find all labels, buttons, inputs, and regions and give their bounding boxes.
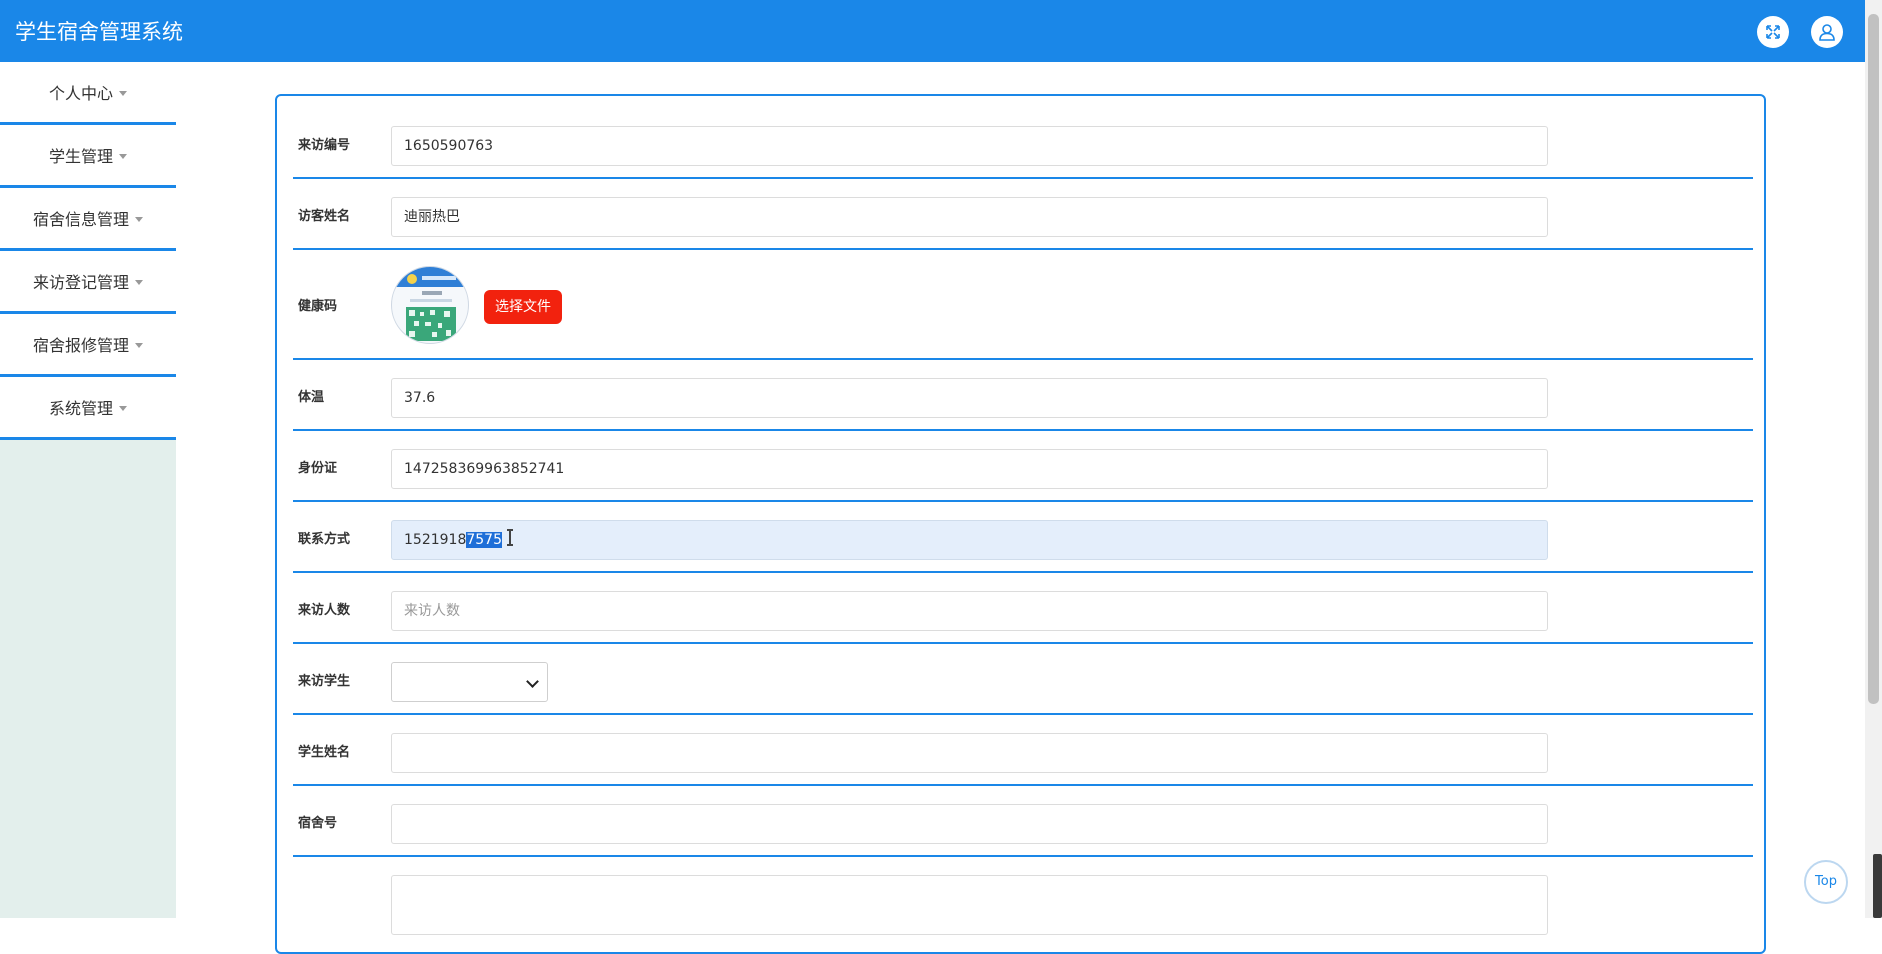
- caret-down-icon: [119, 90, 127, 96]
- caret-down-icon: [135, 342, 143, 348]
- user-menu-button[interactable]: [1811, 16, 1843, 48]
- page-scrollbar[interactable]: [1865, 0, 1882, 918]
- user-icon: [1819, 24, 1835, 41]
- temperature-label: 体温: [298, 390, 325, 405]
- form-row-temperature: 体温 37.6: [293, 360, 1753, 431]
- contact-value-text: 1521918: [404, 532, 467, 548]
- fullscreen-button[interactable]: [1757, 16, 1789, 48]
- health-code-image[interactable]: [391, 266, 469, 344]
- form-row-visit-no: 来访编号 1650590763: [293, 96, 1753, 179]
- form-row-dorm-no: 宿舍号: [293, 786, 1753, 857]
- sidebar-item-label: 宿舍信息管理: [32, 210, 129, 229]
- temperature-input[interactable]: 37.6: [391, 378, 1548, 418]
- visit-no-label: 来访编号: [298, 138, 351, 153]
- contact-input[interactable]: 15219187575: [391, 520, 1548, 560]
- sidebar-item-visit-registration[interactable]: 来访登记管理: [0, 251, 176, 314]
- form-row-student: 来访学生: [293, 644, 1753, 715]
- dorm-no-input[interactable]: [391, 804, 1548, 844]
- sidebar-item-label: 系统管理: [48, 399, 113, 418]
- contact-selected-text: 7575: [466, 532, 502, 548]
- visitor-count-input[interactable]: 来访人数: [391, 591, 1548, 631]
- sidebar-item-label: 来访登记管理: [32, 273, 129, 292]
- form-row-visitor-name: 访客姓名 迪丽热巴: [293, 179, 1753, 250]
- dorm-no-label: 宿舍号: [298, 816, 338, 831]
- scrollbar-thumb[interactable]: [1868, 14, 1879, 704]
- sidebar-item-personal-center[interactable]: 个人中心: [0, 62, 176, 125]
- choose-file-button[interactable]: 选择文件: [484, 290, 562, 324]
- student-name-input[interactable]: [391, 733, 1548, 773]
- visitor-count-label: 来访人数: [298, 603, 351, 618]
- text-cursor-icon: [507, 529, 513, 546]
- form-row-health-code: 健康码 选择文件: [293, 250, 1753, 360]
- app-title: 学生宿舍管理系统: [15, 20, 183, 44]
- form-row-id-card: 身份证 147258369963852741: [293, 431, 1753, 502]
- id-card-label: 身份证: [298, 461, 338, 476]
- back-to-top-button[interactable]: Top: [1804, 860, 1848, 904]
- visitor-name-label: 访客姓名: [298, 209, 351, 224]
- caret-down-icon: [119, 153, 127, 159]
- caret-down-icon: [135, 279, 143, 285]
- sidebar-item-system-management[interactable]: 系统管理: [0, 377, 176, 440]
- visit-form-card: 来访编号 1650590763 访客姓名 迪丽热巴 健康码 选择文件 体温 37…: [275, 94, 1766, 954]
- form-row-visitor-count: 来访人数 来访人数: [293, 573, 1753, 644]
- contact-label: 联系方式: [298, 532, 351, 547]
- sidebar-item-label: 学生管理: [48, 147, 113, 166]
- student-select[interactable]: [391, 662, 548, 702]
- form-row-student-name: 学生姓名: [293, 715, 1753, 786]
- expand-icon: [1766, 25, 1780, 39]
- id-card-input[interactable]: 147258369963852741: [391, 449, 1548, 489]
- sidebar-item-student-management[interactable]: 学生管理: [0, 125, 176, 188]
- app-header: 学生宿舍管理系统: [0, 0, 1865, 62]
- sidebar-item-dorm-info[interactable]: 宿舍信息管理: [0, 188, 176, 251]
- sidebar-item-label: 宿舍报修管理: [32, 336, 129, 355]
- qr-code-thumbnail: [392, 267, 468, 341]
- health-code-label: 健康码: [298, 299, 338, 314]
- window-edge: [1873, 854, 1882, 918]
- chevron-down-icon: [526, 675, 539, 688]
- sidebar: 个人中心 学生管理 宿舍信息管理 来访登记管理 宿舍报修管理 系统管理: [0, 62, 176, 918]
- remarks-textarea[interactable]: [391, 875, 1548, 935]
- student-name-label: 学生姓名: [298, 745, 351, 760]
- caret-down-icon: [119, 405, 127, 411]
- sidebar-item-label: 个人中心: [48, 84, 113, 103]
- visitor-name-input[interactable]: 迪丽热巴: [391, 197, 1548, 237]
- visit-no-input[interactable]: 1650590763: [391, 126, 1548, 166]
- sidebar-item-dorm-repair[interactable]: 宿舍报修管理: [0, 314, 176, 377]
- caret-down-icon: [135, 216, 143, 222]
- form-row-contact: 联系方式 15219187575: [293, 502, 1753, 573]
- student-label: 来访学生: [298, 674, 351, 689]
